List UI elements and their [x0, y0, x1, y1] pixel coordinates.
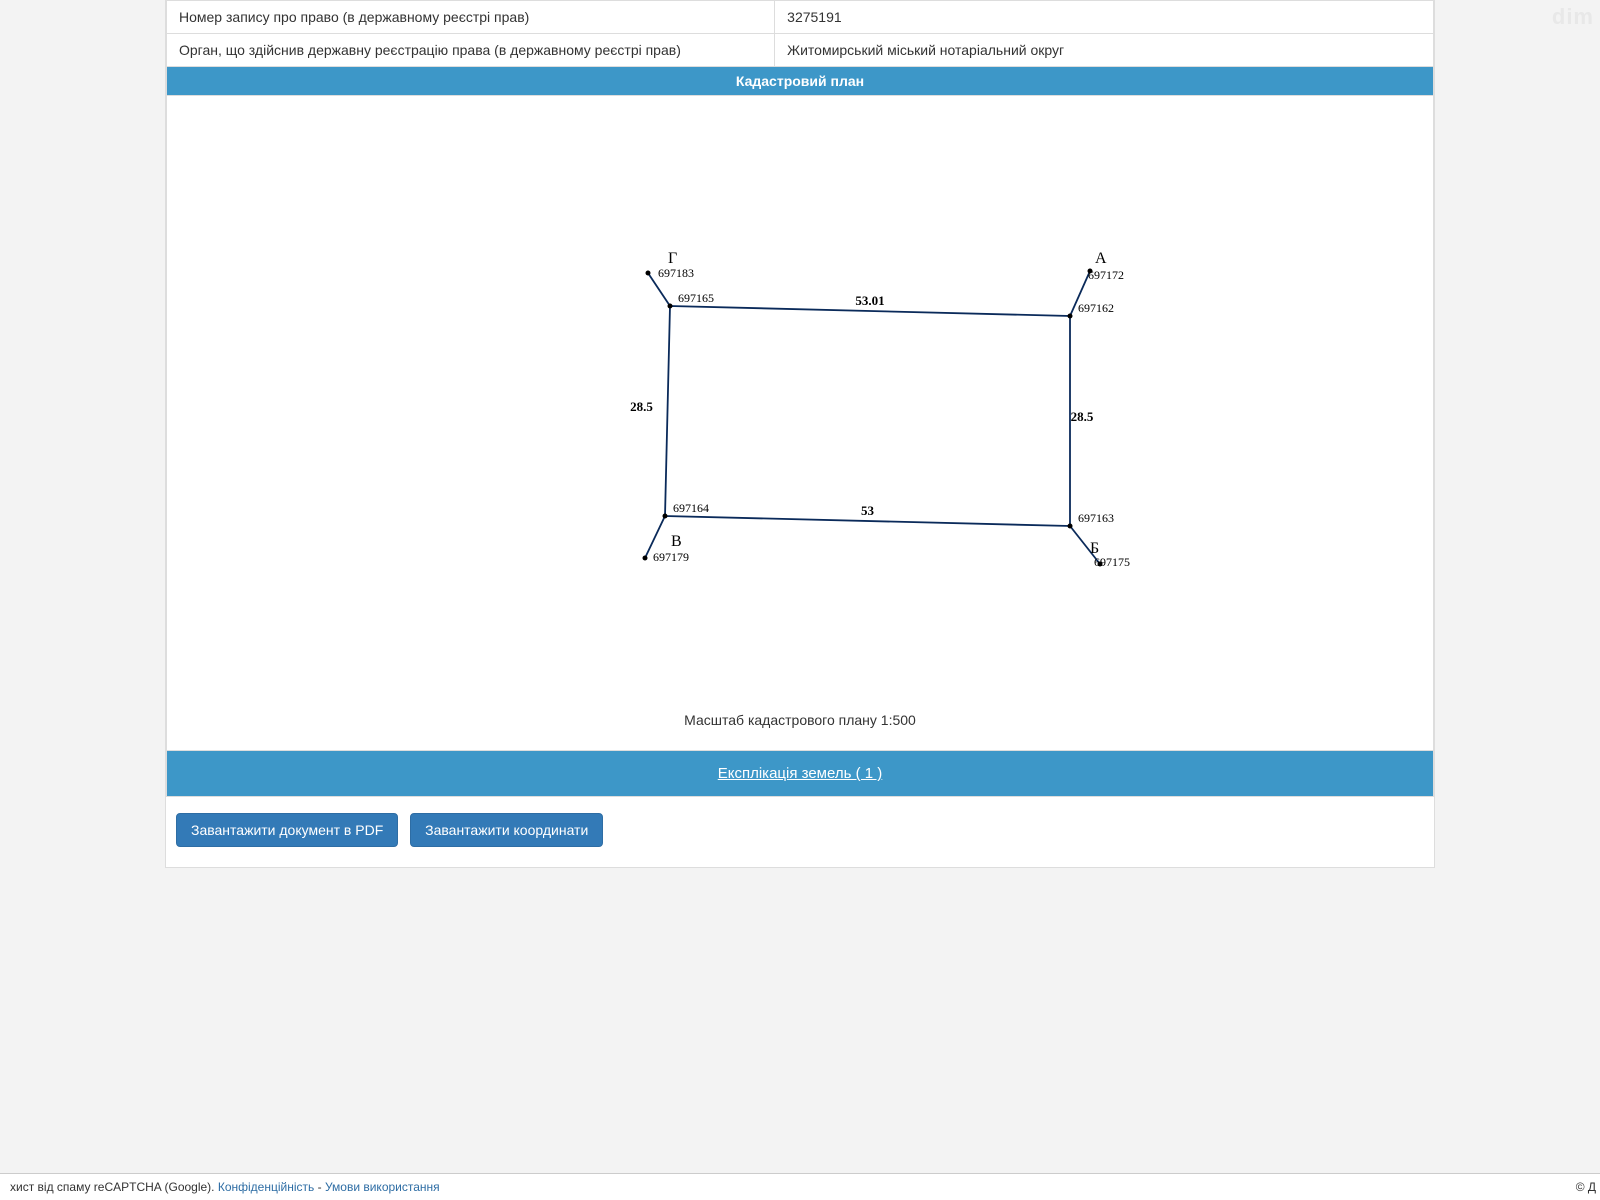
footer-sep: - — [314, 1180, 325, 1194]
outer-node-dot — [643, 556, 648, 561]
parcel-outline — [665, 306, 1070, 526]
inner-node-dot — [668, 304, 673, 309]
download-coords-button[interactable]: Завантажити координати — [410, 813, 603, 847]
meta-value: Житомирський міський нотаріальний округ — [775, 34, 1434, 67]
inner-node-dot — [1068, 314, 1073, 319]
copyright: © Д — [1576, 1180, 1596, 1194]
table-row: Номер запису про право (в державному реє… — [167, 1, 1434, 34]
inner-node-label: 697163 — [1078, 511, 1114, 525]
cadastral-plan-svg: 697183Г 697172А 697175Б 697179В 697165 697162… — [300, 106, 1300, 706]
scale-text: Масштаб кадастрового плану 1:500 — [167, 706, 1433, 740]
side-length: 28.5 — [630, 399, 653, 414]
side-length: 28.5 — [1071, 409, 1094, 424]
inner-node-label: 697162 — [1078, 301, 1114, 315]
vertex-letter: А — [1095, 250, 1107, 267]
outer-node-label: 697179 — [653, 550, 689, 564]
side-length: 53.01 — [855, 293, 884, 308]
explication-bar: Експлікація земель ( 1 ) — [166, 751, 1434, 797]
buttons-row: Завантажити документ в PDF Завантажити к… — [166, 797, 1434, 867]
outer-node-label: 697183 — [658, 266, 694, 280]
table-row: Орган, що здійснив державну реєстрацію п… — [167, 34, 1434, 67]
watermark: dim — [1552, 4, 1594, 30]
outer-node-label: 697175 — [1094, 555, 1130, 569]
meta-label: Орган, що здійснив державну реєстрацію п… — [167, 34, 775, 67]
inner-node-dot — [663, 514, 668, 519]
inner-node-dot — [1068, 524, 1073, 529]
terms-link[interactable]: Умови використання — [325, 1180, 440, 1194]
vertex-letter: Г — [668, 250, 677, 267]
privacy-link[interactable]: Конфіденційність — [218, 1180, 314, 1194]
section-header-cadastral-plan: Кадастровий план — [166, 67, 1434, 96]
footer-text: хист від спаму reCAPTCHA (Google). — [10, 1180, 218, 1194]
explication-link[interactable]: Експлікація земель ( 1 ) — [718, 765, 883, 782]
download-pdf-button[interactable]: Завантажити документ в PDF — [176, 813, 398, 847]
vertex-letter: В — [671, 533, 682, 550]
inner-node-label: 697164 — [673, 501, 709, 515]
outer-node-label: 697172 — [1088, 268, 1124, 282]
meta-label: Номер запису про право (в державному реє… — [167, 1, 775, 34]
side-length: 53 — [861, 503, 875, 518]
meta-value: 3275191 — [775, 1, 1434, 34]
inner-node-label: 697165 — [678, 291, 714, 305]
cadastral-plan: 697183Г 697172А 697175Б 697179В 697165 697162… — [166, 96, 1434, 751]
meta-table: Номер запису про право (в державному реє… — [166, 0, 1434, 67]
footer: хист від спаму reCAPTCHA (Google). Конфі… — [0, 1173, 1600, 1200]
outer-node-dot — [646, 271, 651, 276]
vertex-letter: Б — [1090, 540, 1099, 557]
